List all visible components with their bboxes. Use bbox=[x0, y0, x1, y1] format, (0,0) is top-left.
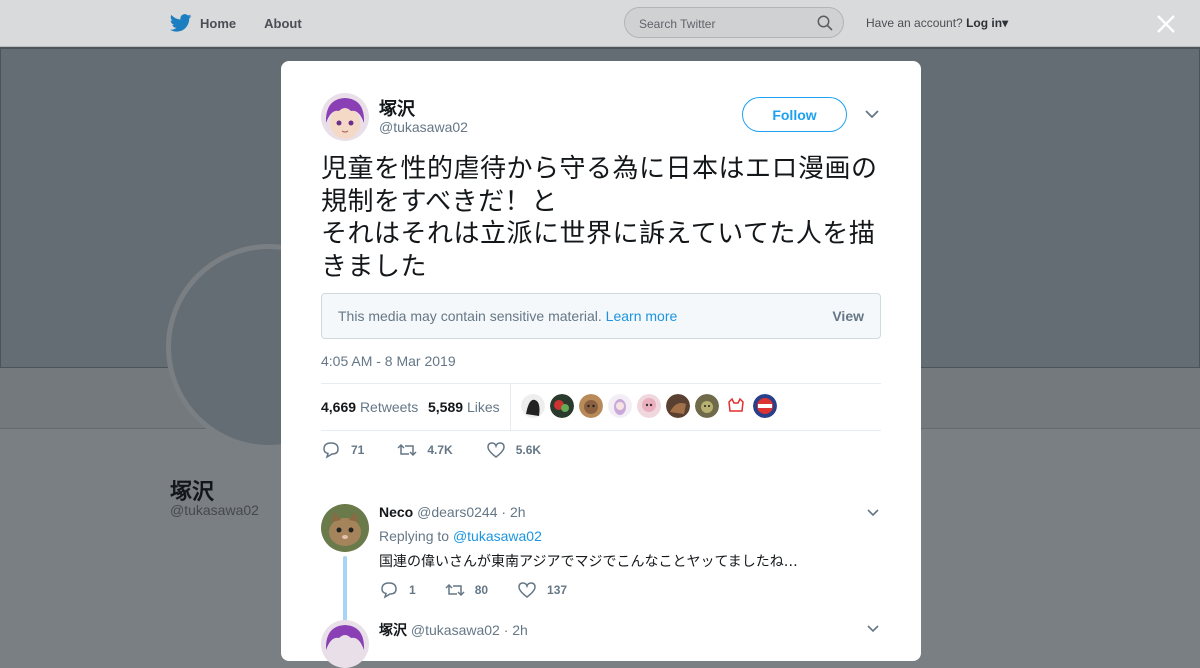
avatar[interactable] bbox=[321, 93, 369, 141]
like-stat[interactable]: 5,589 Likes bbox=[428, 399, 500, 415]
reply-text: 国連の偉いさんが東南アジアでマジでこんなことヤッてましたね… bbox=[379, 554, 798, 570]
retweet-icon bbox=[397, 443, 417, 457]
retweet-label: Retweets bbox=[359, 399, 419, 415]
reply-header: Neco @dears0244 · 2h bbox=[379, 504, 526, 520]
liker-avatar[interactable] bbox=[637, 394, 661, 418]
search-input[interactable] bbox=[637, 8, 811, 39]
main-nav: Home About bbox=[170, 14, 302, 32]
liker-avatar[interactable] bbox=[724, 394, 748, 418]
author-handle[interactable]: @tukasawa02 bbox=[379, 119, 468, 135]
view-media-button[interactable]: View bbox=[832, 308, 864, 324]
sensitive-media-notice: This media may contain sensitive materia… bbox=[321, 293, 881, 339]
tweet-text: 児童を性的虐待から守る為に日本はエロ漫画の規制をすべきだ！と それはそれは立派に… bbox=[321, 154, 878, 282]
account-prompt: Have an account? bbox=[866, 16, 963, 30]
liker-avatar[interactable] bbox=[608, 394, 632, 418]
login-label: Log in bbox=[966, 16, 1003, 30]
close-icon[interactable] bbox=[1154, 12, 1178, 36]
reply-actions: 1 80 137 bbox=[379, 581, 596, 599]
nav-home-label: Home bbox=[200, 15, 237, 31]
liker-avatar[interactable] bbox=[666, 394, 690, 418]
chevron-down-icon[interactable] bbox=[867, 508, 879, 517]
like-button[interactable]: 137 bbox=[517, 581, 567, 599]
retweet-count: 4.7K bbox=[427, 443, 453, 457]
reply-time[interactable]: · 2h bbox=[504, 622, 528, 638]
like-count: 5.6K bbox=[515, 443, 542, 457]
nav-home[interactable]: Home bbox=[170, 14, 236, 32]
search-icon[interactable] bbox=[817, 15, 833, 31]
sensitive-notice-message: This media may contain sensitive materia… bbox=[338, 308, 602, 324]
liker-avatar[interactable] bbox=[521, 394, 545, 418]
chevron-down-icon: ▾ bbox=[1002, 16, 1009, 30]
reply-tweet[interactable]: Neco @dears0244 · 2h Replying to @tukasa… bbox=[321, 504, 881, 626]
avatar-image bbox=[321, 93, 369, 141]
chevron-down-icon[interactable] bbox=[867, 624, 879, 633]
heart-icon bbox=[486, 442, 505, 458]
chevron-down-icon[interactable] bbox=[865, 109, 879, 119]
retweet-stat[interactable]: 4,669 Retweets bbox=[321, 399, 418, 415]
top-navigation-bar: Home About Have an account? Log in▾ bbox=[0, 0, 1200, 47]
search-box bbox=[624, 7, 844, 39]
like-count: 137 bbox=[547, 583, 568, 597]
learn-more-link[interactable]: Learn more bbox=[606, 308, 678, 324]
reply-time[interactable]: · 2h bbox=[501, 504, 525, 520]
reply-button[interactable]: 1 bbox=[379, 581, 416, 599]
sensitive-notice-text: This media may contain sensitive materia… bbox=[338, 308, 677, 324]
account-area: Have an account? Log in▾ bbox=[866, 16, 1008, 30]
like-button[interactable]: 5.6K bbox=[486, 441, 541, 459]
thread-line bbox=[343, 556, 347, 626]
reply-button[interactable]: 71 bbox=[321, 441, 364, 459]
reply-header: 塚沢 @tukasawa02 · 2h bbox=[379, 620, 528, 640]
nav-about-label: About bbox=[264, 15, 302, 31]
reply-icon bbox=[323, 442, 339, 459]
reply-count: 1 bbox=[409, 583, 416, 597]
reply-author-handle[interactable]: @tukasawa02 bbox=[411, 622, 500, 638]
retweet-button[interactable]: 80 bbox=[445, 581, 488, 599]
heart-icon bbox=[518, 582, 536, 598]
liker-avatar[interactable] bbox=[579, 394, 603, 418]
like-label: Likes bbox=[466, 399, 500, 415]
liker-avatars bbox=[521, 394, 777, 418]
replying-to-mention[interactable]: @tukasawa02 bbox=[453, 528, 542, 544]
retweet-icon bbox=[445, 583, 465, 597]
tweet-stats: 4,669 Retweets 5,589 Likes bbox=[321, 383, 881, 431]
tweet-actions: 71 4.7K 5.6K bbox=[321, 441, 574, 459]
avatar[interactable] bbox=[321, 620, 369, 668]
liker-avatar[interactable] bbox=[753, 394, 777, 418]
reply-author-name[interactable]: 塚沢 bbox=[379, 622, 407, 638]
profile-handle: @tukasawa02 bbox=[170, 502, 259, 518]
like-count: 5,589 bbox=[428, 399, 464, 415]
reply-tweet[interactable]: 塚沢 @tukasawa02 · 2h bbox=[321, 620, 881, 668]
stat-divider bbox=[510, 384, 511, 430]
login-link[interactable]: Log in▾ bbox=[966, 16, 1008, 30]
author-name[interactable]: 塚沢 bbox=[379, 95, 415, 121]
reply-count: 71 bbox=[351, 443, 365, 457]
follow-button[interactable]: Follow bbox=[742, 97, 847, 132]
reply-author-name[interactable]: Neco bbox=[379, 504, 413, 520]
replying-to-label: Replying to bbox=[379, 528, 450, 544]
tweet-modal: 塚沢 @tukasawa02 Follow 児童を性的虐待から守る為に日本はエロ… bbox=[281, 61, 921, 668]
avatar-image bbox=[321, 504, 369, 552]
retweet-count: 80 bbox=[474, 583, 489, 597]
reply-author-handle[interactable]: @dears0244 bbox=[417, 504, 497, 520]
avatar[interactable] bbox=[321, 504, 369, 552]
replying-to: Replying to @tukasawa02 bbox=[379, 528, 542, 544]
nav-about[interactable]: About bbox=[264, 16, 302, 31]
reply-icon bbox=[381, 582, 397, 599]
twitter-bird-icon bbox=[170, 14, 192, 32]
retweet-count: 4,669 bbox=[321, 399, 357, 415]
avatar-image bbox=[321, 620, 369, 668]
tweet-timestamp[interactable]: 4:05 AM - 8 Mar 2019 bbox=[321, 353, 456, 369]
retweet-button[interactable]: 4.7K bbox=[397, 441, 453, 459]
liker-avatar[interactable] bbox=[550, 394, 574, 418]
liker-avatar[interactable] bbox=[695, 394, 719, 418]
